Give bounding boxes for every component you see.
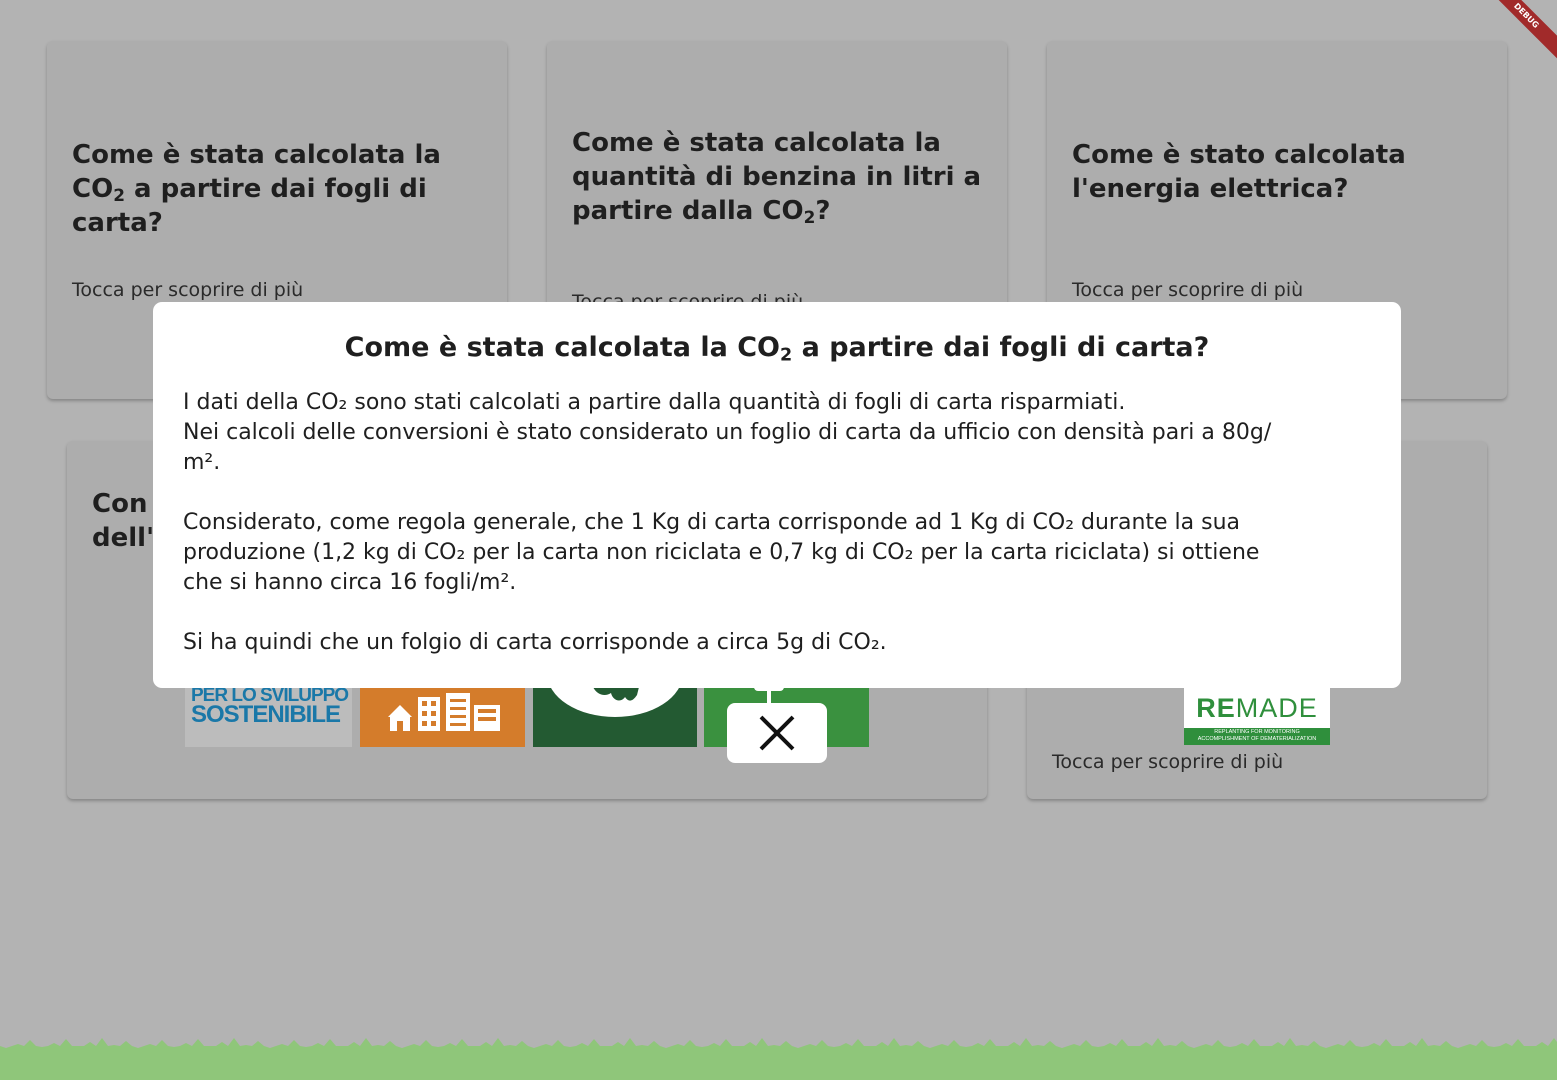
card-title: Come è stato calcolata l'energia elettri…	[1072, 140, 1406, 204]
remade-logo: REMADE REPLANTING FOR MONITORING ACCOMPLI…	[1184, 687, 1330, 745]
dialog-paragraph-1: I dati della CO₂ sono stati calcolati a …	[183, 390, 1272, 475]
sdg-text-tile: PER LO SVILUPPO SOSTENIBILE	[185, 685, 352, 747]
sdg-goal-11-tile	[360, 687, 525, 747]
close-icon	[759, 715, 795, 751]
card-hint: Tocca per scoprire di più	[1072, 279, 1304, 301]
info-dialog: Come è stata calcolata la CO2 a partire …	[153, 302, 1401, 688]
dialog-paragraph-3: Si ha quindi che un folgio di carta corr…	[183, 630, 887, 655]
sdg-text-line2: SOSTENIBILE	[191, 701, 341, 728]
close-button[interactable]	[727, 703, 827, 763]
dialog-title: Come è stata calcolata la CO2 a partire …	[344, 332, 1210, 366]
remade-wordmark: REMADE	[1196, 693, 1318, 723]
sdg-goal-13-tile	[533, 687, 697, 747]
earth-icon	[550, 687, 680, 717]
card-hint: Tocca per scoprire di più	[72, 279, 304, 301]
city-icon	[388, 693, 500, 731]
grass-decoration	[0, 1038, 1557, 1080]
card-title: Come è stata calcolata la quantità di be…	[572, 128, 982, 228]
dialog-paragraph-2: Considerato, come regola generale, che 1…	[183, 510, 1260, 595]
card-hint: Tocca per scoprire di più	[1052, 751, 1284, 773]
card-title: Come è stata calcolata la CO2 a partire …	[72, 140, 441, 238]
remade-tagline: REPLANTING FOR MONITORING ACCOMPLISHMENT …	[1184, 728, 1330, 745]
